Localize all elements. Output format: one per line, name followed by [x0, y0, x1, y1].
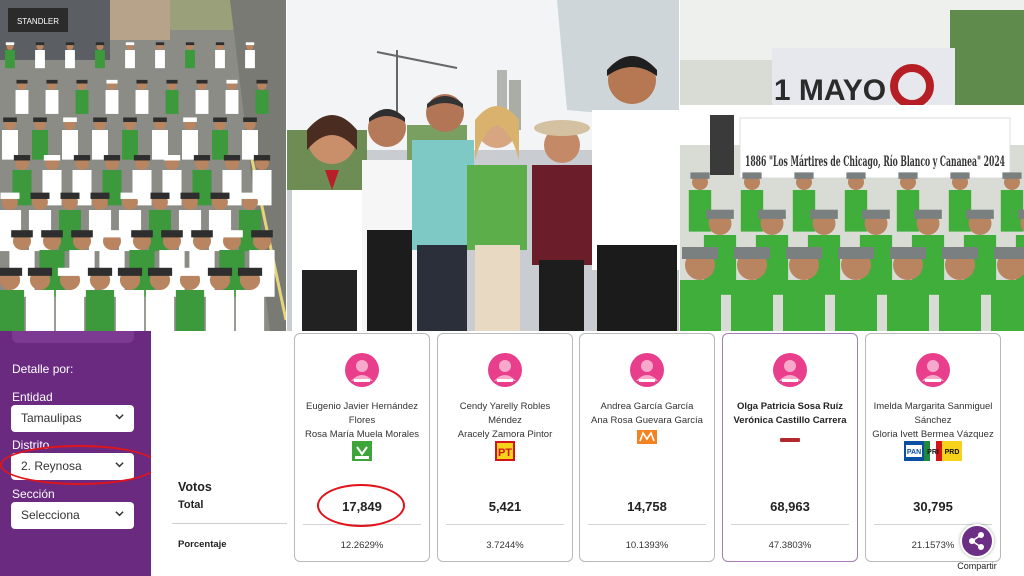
- sidebar-tab-stub: [12, 331, 134, 343]
- entidad-label: Entidad: [12, 390, 53, 404]
- group-photo: [287, 0, 679, 331]
- distrito-highlight-oval: [0, 445, 158, 485]
- photo-strip: STANDLER 1 MAYO 1886 "Los Mártires de Ch…: [0, 0, 1024, 331]
- suplente-name: Rosa María Muela Morales: [304, 429, 420, 440]
- svg-text:PRD: PRD: [945, 449, 960, 456]
- vote-percentage: 10.1393%: [625, 540, 669, 551]
- card-divider: [446, 524, 564, 525]
- row-divider: [172, 523, 287, 524]
- party-logo-coalition: PAN PRI PRD: [866, 441, 1000, 466]
- vote-total: 68,963: [770, 499, 810, 514]
- suplente-name: Ana Rosa Guevara García: [591, 415, 703, 426]
- avatar-icon: [916, 353, 950, 387]
- vote-total: 30,795: [913, 499, 953, 514]
- party-logo-mc: [580, 430, 714, 449]
- suplente-name: Gloria Ivett Bermea Vázquez: [872, 429, 994, 440]
- card-divider: [588, 524, 706, 525]
- votos-label: Votos: [178, 480, 212, 494]
- vote-total: 14,758: [627, 499, 667, 514]
- vote-percentage: 3.7244%: [486, 540, 524, 551]
- candidate-card[interactable]: Eugenio Javier Hernández Flores Rosa Mar…: [294, 333, 430, 562]
- share-icon-circle: [960, 524, 994, 558]
- filter-title: Detalle por:: [12, 362, 74, 376]
- morena-logo-icon: [780, 438, 800, 442]
- suplente-name: Verónica Castillo Carrera: [733, 415, 847, 426]
- candidate-card[interactable]: Cendy Yarelly Robles Méndez Aracely Zamo…: [437, 333, 573, 562]
- chevron-down-icon: [115, 511, 124, 517]
- suplente-name: Aracely Zamora Pintor: [457, 429, 553, 440]
- mc-logo-icon: [637, 430, 657, 444]
- verde-logo-icon: [352, 441, 372, 461]
- seccion-label: Sección: [12, 487, 55, 501]
- votes-highlight-oval: [317, 484, 405, 527]
- card-divider: [731, 524, 849, 525]
- propietario-name: Olga Patricia Sosa Ruíz: [736, 401, 844, 412]
- share-icon: [969, 532, 984, 550]
- may-day-event-photo: 1 MAYO 1886 "Los Mártires de Chicago, Rí…: [680, 0, 1024, 331]
- entidad-value: Tamaulipas: [21, 411, 82, 425]
- seccion-select[interactable]: Selecciona: [11, 502, 134, 529]
- party-logo-verde: [295, 441, 429, 466]
- avatar-icon: [630, 353, 664, 387]
- svg-text:PRI: PRI: [927, 449, 939, 456]
- vote-total: 5,421: [488, 499, 522, 514]
- pt-logo-icon: PT: [495, 441, 515, 461]
- vote-percentage: 12.2629%: [340, 540, 384, 551]
- party-logo-pt: PT: [438, 441, 572, 466]
- propietario-name: Eugenio Javier Hernández Flores: [306, 401, 418, 426]
- party-logo-morena: [723, 431, 857, 449]
- banner-top-text: 1 MAYO: [774, 74, 886, 107]
- vote-percentage: 47.3803%: [768, 540, 812, 551]
- svg-text:PAN: PAN: [907, 449, 921, 456]
- candidate-card-winner[interactable]: Olga Patricia Sosa Ruíz Verónica Castill…: [722, 333, 858, 562]
- chevron-down-icon: [115, 414, 124, 420]
- total-label: Total: [178, 499, 204, 511]
- avatar-icon: [773, 353, 807, 387]
- march-crowd-photo: STANDLER: [0, 0, 286, 331]
- share-label: Compartir: [957, 561, 997, 571]
- seccion-value: Selecciona: [21, 508, 80, 522]
- avatar-icon: [488, 353, 522, 387]
- banner-bottom-text: 1886 "Los Mártires de Chicago, Río Blanc…: [745, 154, 1005, 170]
- avatar-icon: [345, 353, 379, 387]
- share-button[interactable]: Compartir: [948, 518, 1006, 576]
- shop-sign-text: STANDLER: [17, 17, 59, 26]
- svg-text:PT: PT: [498, 447, 512, 459]
- propietario-name: Imelda Margarita Sanmiguel Sánchez: [873, 401, 993, 426]
- entidad-select[interactable]: Tamaulipas: [11, 405, 134, 432]
- propietario-name: Cendy Yarelly Robles Méndez: [459, 401, 551, 426]
- propietario-name: Andrea García García: [600, 401, 694, 412]
- candidate-card[interactable]: Andrea García García Ana Rosa Guevara Ga…: [579, 333, 715, 562]
- porcentaje-label: Porcentaje: [178, 539, 227, 550]
- pan-pri-prd-logo-icon: PAN PRI PRD: [904, 441, 962, 461]
